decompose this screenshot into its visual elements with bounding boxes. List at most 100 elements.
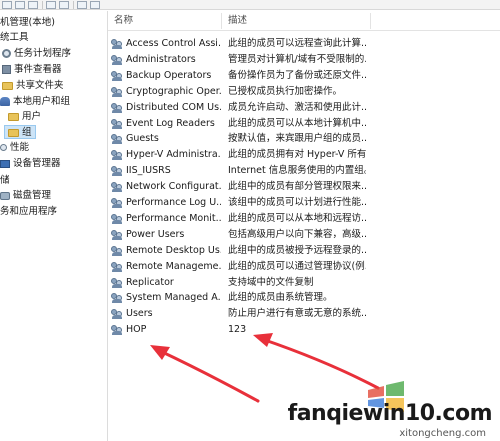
clock-icon xyxy=(2,49,11,58)
group-icon xyxy=(111,166,123,177)
toolbar-separator xyxy=(73,1,74,9)
group-name: Administrators xyxy=(126,53,196,65)
console-tree-toggle-icon[interactable] xyxy=(2,1,12,9)
list-item[interactable]: Event Log Readers 此组的成员可以从本地计算机中... xyxy=(108,116,500,132)
group-name: Performance Monit... xyxy=(126,212,221,224)
group-name: Users xyxy=(126,308,153,320)
tree-item-label: 机管理(本地) xyxy=(0,17,55,28)
tree-item-event-viewer[interactable]: 事件查看器 xyxy=(2,63,62,77)
tree-item-computer-management[interactable]: 机管理(本地) xyxy=(0,16,55,30)
group-description: 成员允许启动、激活和使用此计... xyxy=(228,101,366,113)
group-description: 包括高级用户以向下兼容，高级... xyxy=(228,228,366,240)
list-item[interactable]: Performance Monit... 此组的成员可以从本地和远程访... xyxy=(108,211,500,227)
group-icon xyxy=(111,293,123,304)
toolbar xyxy=(0,0,500,10)
group-description: 管理员对计算机/域有不受限制的... xyxy=(228,53,366,65)
group-description: 该组中的成员可以计划进行性能... xyxy=(228,197,366,208)
group-name: Guests xyxy=(126,133,159,145)
group-icon xyxy=(111,213,123,224)
column-resize-handle[interactable] xyxy=(221,13,222,29)
group-description: 备份操作员为了备份或还原文件... xyxy=(228,69,366,81)
tree-item-label: 务和应用程序 xyxy=(0,206,58,217)
group-description: 此组中的成员被授予远程登录的... xyxy=(228,244,366,256)
group-icon xyxy=(111,245,123,256)
group-icon xyxy=(111,134,123,145)
list-item[interactable]: Distributed COM Us... 成员允许启动、激活和使用此计... xyxy=(108,100,500,116)
group-name: Event Log Readers xyxy=(126,117,215,129)
list-item[interactable]: Access Control Assi... 此组的成员可以远程查询此计算... xyxy=(108,36,500,52)
tree-item-disk-management[interactable]: 磁盘管理 xyxy=(0,189,51,203)
list-item[interactable]: IIS_IUSRS Internet 信息服务使用的内置组。 xyxy=(108,163,500,179)
group-icon xyxy=(111,102,123,113)
refresh-icon[interactable] xyxy=(46,1,56,9)
list-item[interactable]: Cryptographic Oper... 已授权成员执行加密操作。 xyxy=(108,84,500,100)
tree-item-label: 任务计划程序 xyxy=(14,48,72,59)
list-item[interactable]: Replicator 支持域中的文件复制 xyxy=(108,275,500,291)
list-item[interactable]: Remote Manageme... 此组的成员可以通过管理协议(例... xyxy=(108,259,500,275)
group-icon xyxy=(111,198,123,208)
group-icon xyxy=(111,118,123,129)
tree-item-label: 设备管理器 xyxy=(13,158,61,169)
tree-item-label: 用户 xyxy=(22,111,42,122)
group-description: 123 xyxy=(228,324,247,336)
group-description: 防止用户进行有意或无意的系统... xyxy=(228,308,366,320)
group-icon xyxy=(111,70,123,81)
list-item[interactable]: Remote Desktop Us... 此组中的成员被授予远程登录的... xyxy=(108,243,500,259)
column-resize-handle[interactable] xyxy=(370,13,371,29)
group-description: 已授权成员执行加密操作。 xyxy=(228,85,343,97)
tree-item-services-applications[interactable]: 务和应用程序 xyxy=(0,205,57,219)
group-description: 此组的成员可以远程查询此计算... xyxy=(228,38,366,49)
group-icon xyxy=(111,86,123,97)
help-topics-icon[interactable] xyxy=(77,1,87,9)
group-icon xyxy=(111,39,123,49)
list-item[interactable]: Guests 按默认值，来宾跟用户组的成员... xyxy=(108,131,500,147)
group-name: HOP xyxy=(126,324,147,336)
tree-item-shared-folders[interactable]: 共享文件夹 xyxy=(2,79,64,93)
group-description: 此组的成员可以从本地和远程访... xyxy=(228,212,366,224)
groups-list: 名称 描述 Access Control Assi... 此组的成员可以远程查询此… xyxy=(108,11,500,441)
view-icon[interactable] xyxy=(90,1,100,9)
export-list-icon[interactable] xyxy=(59,1,69,9)
list-item[interactable]: System Managed A... 此组的成员由系统管理。 xyxy=(108,290,500,306)
help-icon[interactable] xyxy=(28,1,38,9)
list-item[interactable]: Users 防止用户进行有意或无意的系统... xyxy=(108,306,500,322)
group-icon xyxy=(111,309,123,320)
properties-icon[interactable] xyxy=(15,1,25,9)
group-name: Replicator xyxy=(126,276,174,288)
group-description: 按默认值，来宾跟用户组的成员... xyxy=(228,133,366,145)
tree-item-system-tools[interactable]: 统工具 xyxy=(0,31,29,45)
event-viewer-icon xyxy=(2,65,11,74)
column-header-name[interactable]: 名称 xyxy=(114,11,220,31)
performance-icon xyxy=(0,144,7,151)
list-item[interactable]: Network Configurat... 此组中的成员有部分管理权限来... xyxy=(108,179,500,195)
list-item[interactable]: Performance Log U... 该组中的成员可以计划进行性能... xyxy=(108,195,500,211)
device-manager-icon xyxy=(0,159,10,168)
group-description: 此组的成员拥有对 Hyper-V 所有... xyxy=(228,149,366,161)
group-name: IIS_IUSRS xyxy=(126,165,171,177)
folder-icon xyxy=(8,112,19,121)
tree-item-device-manager[interactable]: 设备管理器 xyxy=(0,157,61,171)
list-item[interactable]: Hyper-V Administra... 此组的成员拥有对 Hyper-V 所有… xyxy=(108,147,500,163)
console-tree: 机管理(本地) 统工具 任务计划程序 事件查看器 共享文件夹 本地用户和组 用户… xyxy=(0,11,107,441)
tree-item-users[interactable]: 用户 xyxy=(8,110,41,124)
group-description: 支持域中的文件复制 xyxy=(228,276,314,288)
group-description: 此组的成员可以从本地计算机中... xyxy=(228,117,366,129)
tree-item-task-scheduler[interactable]: 任务计划程序 xyxy=(2,47,71,61)
column-header-description[interactable]: 描述 xyxy=(228,11,368,31)
group-icon xyxy=(111,277,123,288)
list-item[interactable]: Power Users 包括高级用户以向下兼容，高级... xyxy=(108,227,500,243)
group-icon xyxy=(111,182,123,193)
list-item[interactable]: Administrators 管理员对计算机/域有不受限制的... xyxy=(108,52,500,68)
tree-item-label: 性能 xyxy=(10,142,30,153)
tree-item-groups[interactable]: 组 xyxy=(4,125,36,139)
disk-icon xyxy=(0,191,10,200)
group-name: Hyper-V Administra... xyxy=(126,149,221,161)
tree-item-storage[interactable]: 储 xyxy=(0,174,10,188)
tree-item-label: 储 xyxy=(0,175,10,186)
group-icon xyxy=(111,325,123,336)
tree-item-label: 磁盘管理 xyxy=(13,190,52,201)
tree-item-performance[interactable]: 性能 xyxy=(0,141,29,155)
tree-item-local-users-groups[interactable]: 本地用户和组 xyxy=(0,95,70,109)
list-item[interactable]: Backup Operators 备份操作员为了备份或还原文件... xyxy=(108,68,500,84)
list-item[interactable]: HOP 123 xyxy=(108,322,500,338)
